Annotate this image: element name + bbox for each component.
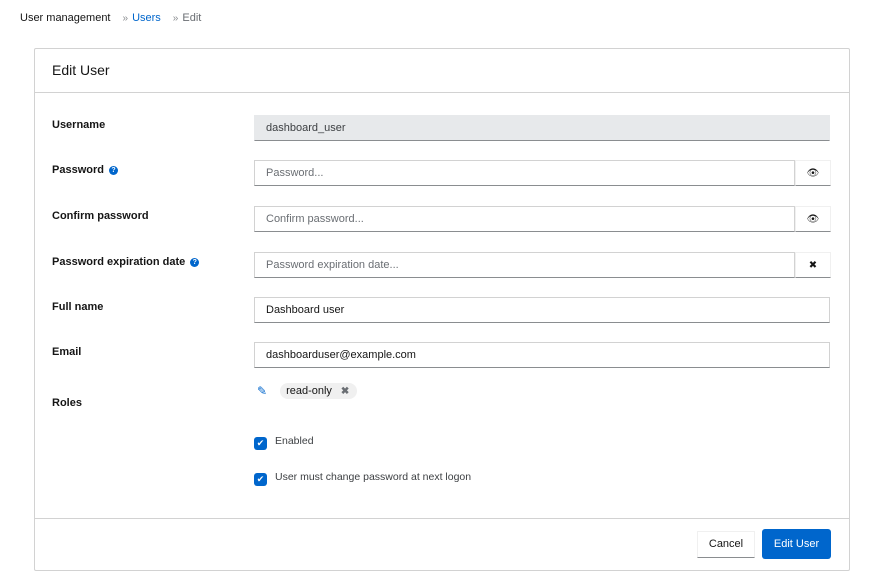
password-label: Password ? — [52, 164, 118, 176]
email-label-text: Email — [52, 346, 82, 358]
card-title: Edit User — [35, 49, 849, 93]
must-change-password-row[interactable]: ✔ User must change password at next logo… — [254, 471, 471, 486]
enabled-checkbox[interactable]: ✔ — [254, 437, 267, 450]
enabled-checkbox-row[interactable]: ✔ Enabled — [254, 435, 314, 450]
help-icon[interactable]: ? — [108, 165, 118, 175]
username-label: Username — [52, 119, 105, 131]
pencil-icon[interactable]: ✎ — [257, 384, 267, 398]
show-password-button[interactable]: 👁 — [795, 160, 831, 186]
edit-user-card: Edit User Username dashboard_user Passwo… — [34, 48, 850, 571]
password-input[interactable]: Password... — [254, 160, 795, 186]
breadcrumb-user-management[interactable]: User management — [20, 12, 111, 24]
must-change-password-checkbox[interactable]: ✔ — [254, 473, 267, 486]
must-change-password-label: User must change password at next logon — [275, 471, 472, 483]
close-icon: ✖ — [808, 259, 818, 271]
password-expiration-label: Password expiration date ? — [52, 256, 200, 268]
roles-label: Roles — [52, 397, 82, 409]
breadcrumb-current: Edit — [182, 12, 202, 24]
full-name-input[interactable]: Dashboard user — [254, 297, 830, 323]
role-chip: read-only ✖ — [280, 383, 358, 399]
username-label-text: Username — [52, 119, 106, 131]
full-name-label: Full name — [52, 301, 103, 313]
eye-icon: 👁 — [806, 213, 820, 225]
email-input[interactable]: dashboarduser@example.com — [254, 342, 830, 368]
eye-icon: 👁 — [806, 167, 820, 179]
username-field: dashboard_user — [254, 115, 830, 141]
clear-expiration-button[interactable]: ✖ — [795, 252, 831, 278]
password-label-text: Password — [52, 164, 104, 176]
password-expiration-label-text: Password expiration date — [52, 256, 186, 268]
password-expiration-input[interactable]: Password expiration date... — [254, 252, 795, 278]
full-name-label-text: Full name — [52, 301, 104, 313]
enabled-label: Enabled — [275, 435, 314, 447]
email-label: Email — [52, 346, 81, 358]
cancel-button[interactable]: Cancel — [697, 531, 755, 558]
remove-role-icon[interactable]: ✖ — [341, 386, 349, 397]
edit-user-button[interactable]: Edit User — [762, 529, 831, 559]
breadcrumb-separator-icon: » — [172, 12, 179, 24]
roles-label-text: Roles — [52, 397, 82, 409]
footer-divider — [35, 518, 849, 519]
roles-selector: ✎ read-only ✖ — [257, 383, 358, 399]
confirm-password-label: Confirm password — [52, 210, 149, 222]
breadcrumb-separator-icon: » — [122, 12, 129, 24]
breadcrumb-users-link[interactable]: Users — [132, 12, 161, 24]
show-confirm-password-button[interactable]: 👁 — [795, 206, 831, 232]
breadcrumb: User management » Users » Edit — [20, 12, 201, 24]
confirm-password-label-text: Confirm password — [52, 210, 149, 222]
role-chip-label: read-only — [286, 385, 332, 397]
help-icon[interactable]: ? — [190, 257, 200, 267]
confirm-password-input[interactable]: Confirm password... — [254, 206, 795, 232]
